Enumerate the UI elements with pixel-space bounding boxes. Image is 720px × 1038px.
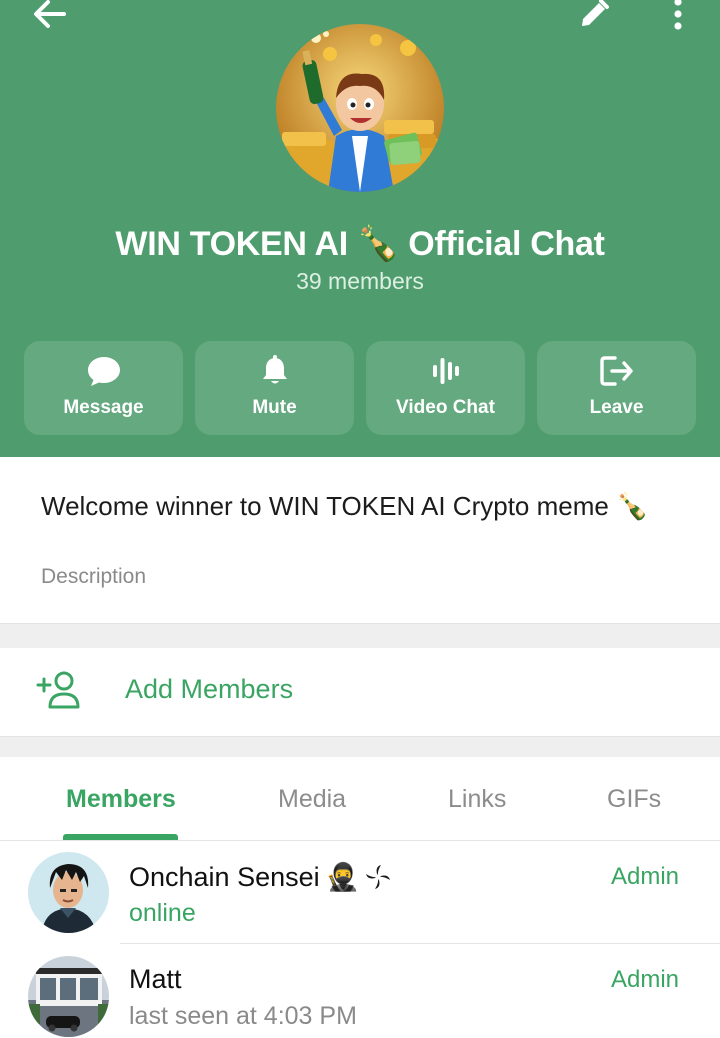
group-avatar-image bbox=[276, 24, 444, 192]
more-options-button[interactable] bbox=[660, 0, 696, 34]
member-row[interactable]: Onchain Sensei 🥷 online Admin bbox=[0, 841, 720, 944]
profile-header: WIN TOKEN AI 🍾 Official Chat 39 members … bbox=[0, 0, 720, 457]
member-status: online bbox=[129, 899, 196, 927]
avatar bbox=[28, 852, 109, 933]
video-chat-button[interactable]: Video Chat bbox=[366, 341, 525, 435]
more-vertical-icon bbox=[674, 0, 682, 30]
group-title: WIN TOKEN AI 🍾 Official Chat bbox=[115, 225, 605, 263]
member-status: last seen at 4:03 PM bbox=[129, 1002, 357, 1030]
member-row[interactable]: Matt last seen at 4:03 PM Admin bbox=[0, 944, 720, 1038]
section-divider bbox=[0, 623, 720, 648]
back-button[interactable] bbox=[24, 0, 74, 34]
edit-button[interactable] bbox=[572, 0, 616, 36]
member-name-wrap: Onchain Sensei 🥷 bbox=[129, 861, 391, 893]
add-members-button[interactable]: Add Members bbox=[0, 648, 720, 736]
description-section: Welcome winner to WIN TOKEN AI Crypto me… bbox=[0, 457, 720, 623]
member-badge-emoji: 🥷 bbox=[325, 862, 360, 892]
spinner-icon bbox=[366, 865, 391, 889]
member-name: Matt bbox=[129, 964, 182, 994]
add-user-icon bbox=[36, 671, 80, 709]
message-label: Message bbox=[63, 397, 144, 418]
active-tab-indicator bbox=[63, 834, 178, 840]
video-chat-label: Video Chat bbox=[396, 397, 495, 418]
member-name: Onchain Sensei bbox=[129, 861, 320, 892]
mute-label: Mute bbox=[252, 397, 297, 418]
chat-bubble-icon bbox=[87, 357, 120, 386]
leave-button[interactable]: Leave bbox=[537, 341, 696, 435]
logout-icon bbox=[599, 356, 633, 386]
tab-members[interactable]: Members bbox=[66, 785, 176, 814]
mute-button[interactable]: Mute bbox=[195, 341, 354, 435]
member-count: 39 members bbox=[296, 268, 424, 294]
avatar bbox=[28, 956, 109, 1037]
tab-media[interactable]: Media bbox=[278, 785, 346, 814]
pencil-icon bbox=[582, 0, 609, 26]
voice-bars-icon bbox=[432, 358, 459, 384]
member-avatar-image bbox=[28, 852, 109, 933]
action-bar: Message Mute Video Chat Leave bbox=[24, 341, 696, 435]
group-avatar[interactable] bbox=[276, 24, 444, 192]
bell-icon bbox=[262, 355, 287, 384]
description-label: Description bbox=[41, 565, 147, 588]
member-avatar-image bbox=[28, 956, 109, 1037]
leave-label: Leave bbox=[589, 397, 644, 418]
arrow-left-icon bbox=[34, 0, 66, 28]
tab-gifs[interactable]: GIFs bbox=[607, 785, 661, 814]
add-members-label: Add Members bbox=[125, 674, 294, 704]
member-role-badge: Admin bbox=[610, 863, 679, 890]
description-text: Welcome winner to WIN TOKEN AI Crypto me… bbox=[41, 491, 649, 521]
member-role-badge: Admin bbox=[610, 966, 679, 993]
member-name-wrap: Matt bbox=[129, 964, 182, 995]
tab-bar: Members Media Links GIFs bbox=[0, 757, 720, 841]
section-divider bbox=[0, 736, 720, 757]
message-button[interactable]: Message bbox=[24, 341, 183, 435]
tab-links[interactable]: Links bbox=[448, 785, 506, 814]
